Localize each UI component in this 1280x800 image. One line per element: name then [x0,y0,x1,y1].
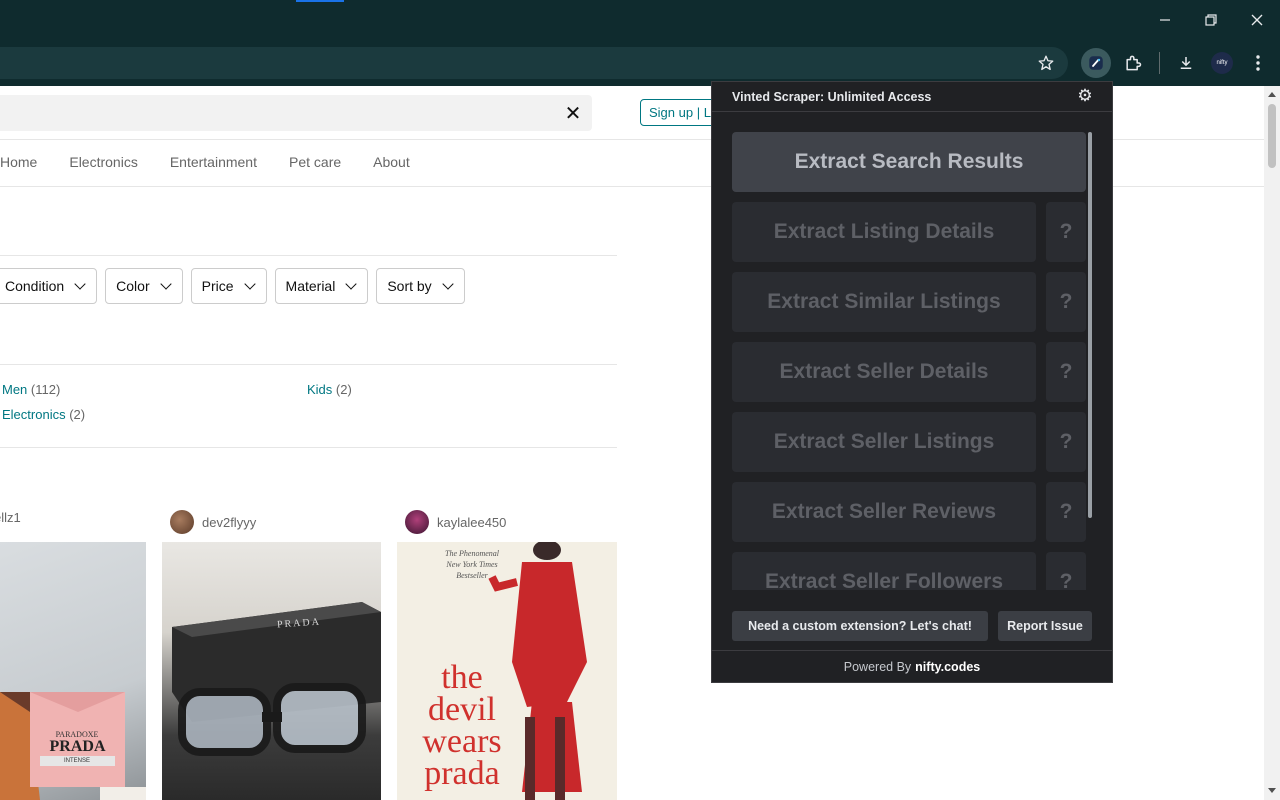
book-tagline: The Phenomenal New York Times Bestseller [445,549,499,580]
powered-prefix: Powered By [843,659,912,674]
powered-brand-link[interactable]: nifty.codes [915,660,980,674]
browser-titlebar [0,0,1280,40]
toolbar-separator [1159,52,1160,74]
seller-username: kaylalee450 [437,514,507,530]
category-count: (2) [335,382,352,397]
custom-extension-button[interactable]: Need a custom extension? Let's chat! [732,611,988,641]
filter-label: Sort by [387,278,432,294]
more-vert-icon[interactable] [1243,48,1273,78]
listing-image[interactable]: The Phenomenal New York Times Bestseller… [397,542,617,800]
help-icon[interactable]: ? [1046,202,1086,262]
category-men[interactable]: Men (112) [2,382,60,397]
seller-username: dev2flyyy [202,514,257,530]
section-divider [0,364,617,365]
product-brand: PRADA [49,738,106,755]
puzzle-icon[interactable] [1118,48,1148,78]
popup-title: Vinted Scraper: Unlimited Access [732,90,932,104]
book-title: the devil wears prada [407,659,517,792]
filter-material[interactable]: Material [274,268,369,304]
scroll-up-icon[interactable] [1268,92,1276,97]
extract-seller-details-button[interactable]: Extract Seller Details [732,342,1036,402]
chevron-down-icon [159,278,172,290]
help-icon[interactable]: ? [1046,552,1086,590]
seller-username: ellz1 [0,510,21,525]
nifty-extension-icon[interactable] [1081,48,1111,78]
avatar [170,510,194,534]
seller-info[interactable]: kaylalee450 [405,510,506,534]
category-count: (112) [30,382,61,397]
category-name: Men [2,382,28,397]
nav-about[interactable]: About [373,154,410,170]
popup-scrollbar-thumb[interactable] [1088,132,1092,518]
chevron-down-icon [74,278,86,290]
help-icon[interactable]: ? [1046,412,1086,472]
nav-electronics[interactable]: Electronics [69,154,137,170]
listing-image[interactable]: PARADOXE PRADA INTENSE [0,542,146,800]
category-name: Kids [307,382,333,397]
category-name: Electronics [2,407,66,422]
section-divider [0,255,617,256]
restore-icon[interactable] [1188,0,1234,40]
download-icon[interactable] [1171,48,1201,78]
filter-label: Condition [5,278,65,294]
nav-pet-care[interactable]: Pet care [289,154,341,170]
book-title-line: devil [428,691,496,728]
seller-info[interactable]: ellz1 [0,510,21,525]
help-icon[interactable]: ? [1046,342,1086,402]
category-count: (2) [69,407,86,422]
nav-entertainment[interactable]: Entertainment [170,154,257,170]
filter-color[interactable]: Color [105,268,183,304]
report-issue-button[interactable]: Report Issue [998,611,1092,641]
search-input[interactable] [0,95,592,131]
signup-login-button[interactable]: Sign up | Log in [640,99,720,126]
powered-by-footer: Powered By nifty.codes [712,650,1112,682]
page-scrollbar[interactable] [1264,86,1280,800]
category-nav: Home Electronics Entertainment Pet care … [0,154,410,170]
book-title-line: the [441,659,483,696]
category-kids[interactable]: Kids (2) [307,382,352,397]
extract-similar-listings-button[interactable]: Extract Similar Listings [732,272,1036,332]
nav-home[interactable]: Home [0,154,37,170]
extract-seller-reviews-button[interactable]: Extract Seller Reviews [732,482,1036,542]
extract-seller-listings-button[interactable]: Extract Seller Listings [732,412,1036,472]
profile-label: nifty [1211,52,1233,74]
chevron-down-icon [243,278,256,290]
gear-icon[interactable]: ⚙ [1076,87,1094,105]
filter-bar: Condition Color Price Material Sort by [0,268,465,304]
popup-header: Vinted Scraper: Unlimited Access ⚙ [712,82,1112,112]
scrollbar-thumb[interactable] [1268,104,1276,168]
scroll-down-icon[interactable] [1268,788,1276,793]
filter-label: Material [285,278,336,294]
book-title-line: prada [424,755,500,792]
product-tag: INTENSE [63,758,90,764]
star-icon[interactable] [1031,48,1061,78]
active-tab-indicator [296,0,344,2]
filter-condition[interactable]: Condition [0,268,98,304]
help-icon[interactable]: ? [1046,482,1086,542]
seller-info[interactable]: dev2flyyy [170,510,256,534]
chevron-down-icon [345,278,357,290]
profile-avatar[interactable]: nifty [1207,48,1237,78]
close-icon[interactable] [1234,0,1280,40]
category-electronics[interactable]: Electronics (2) [2,407,85,422]
clear-search-icon[interactable]: ✕ [562,103,584,125]
help-icon[interactable]: ? [1046,272,1086,332]
filter-label: Price [201,278,234,294]
avatar [405,510,429,534]
filter-sort-by[interactable]: Sort by [376,268,465,304]
book-title-line: wears [422,723,502,760]
action-list: Extract Search Results Extract Listing D… [732,132,1086,590]
sunglasses-illustration [172,602,381,756]
filter-price[interactable]: Price [190,268,267,304]
listing-image[interactable]: PRADA [162,542,381,800]
extract-seller-followers-button[interactable]: Extract Seller Followers [732,552,1036,590]
address-bar[interactable] [0,47,1068,79]
filter-label: Color [116,278,150,294]
chevron-down-icon [442,278,454,290]
section-divider [0,447,617,448]
extract-search-results-button[interactable]: Extract Search Results [732,132,1086,192]
minimize-icon[interactable] [1142,0,1188,40]
extension-popup: Vinted Scraper: Unlimited Access ⚙ Extra… [711,81,1113,683]
extract-listing-details-button[interactable]: Extract Listing Details [732,202,1036,262]
